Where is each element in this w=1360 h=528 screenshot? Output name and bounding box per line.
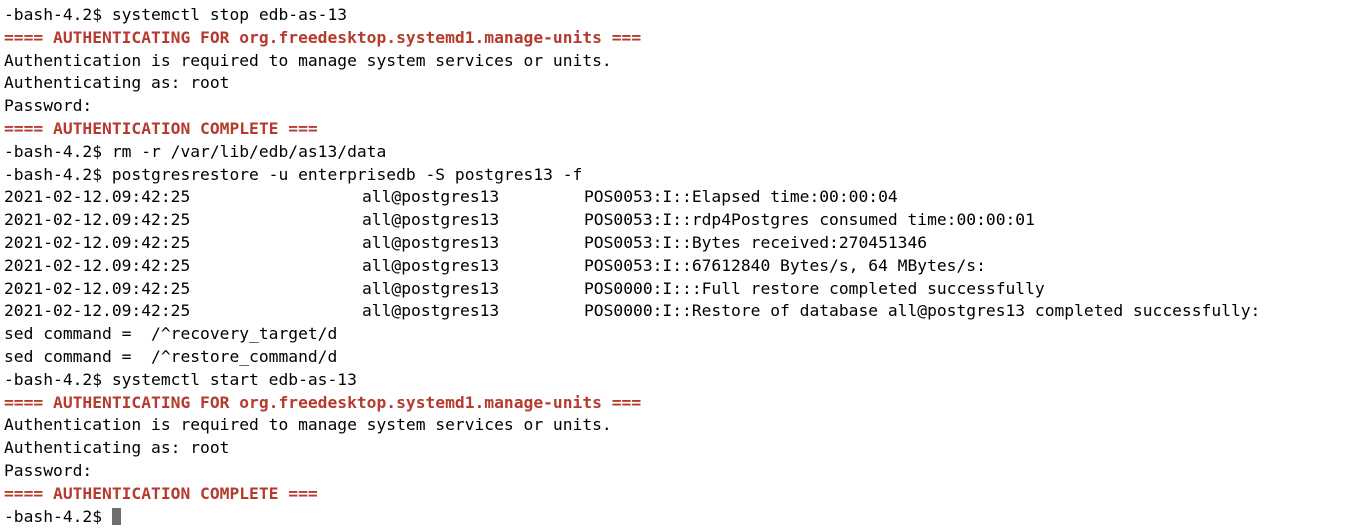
log-row: 2021-02-12.09:42:25 all@postgres13 POS00… <box>4 209 1360 232</box>
auth-user: Authenticating as: root <box>4 438 230 458</box>
log-timestamp: 2021-02-12.09:42:25 <box>4 187 191 207</box>
sed-output: sed command = /^recovery_target/d <box>4 324 338 344</box>
command-line: -bash-4.2$ postgresrestore -u enterprise… <box>4 164 583 184</box>
command-line: -bash-4.2$ systemctl stop edb-as-13 <box>4 5 348 24</box>
auth-complete: ==== AUTHENTICATION COMPLETE === <box>4 483 318 503</box>
log-timestamp: 2021-02-12.09:42:25 <box>4 232 191 252</box>
log-database: all@postgres13 <box>362 278 500 298</box>
auth-banner: ==== AUTHENTICATING FOR org.freedesktop.… <box>4 392 642 412</box>
log-database: all@postgres13 <box>362 210 500 230</box>
sed-output: sed command = /^restore_command/d <box>4 346 338 366</box>
text-cursor <box>111 507 121 525</box>
log-message: POS0053:I::Bytes received:270451346 <box>584 232 928 252</box>
log-database: all@postgres13 <box>362 255 500 275</box>
log-message: POS0000:I::Restore of database all@postg… <box>584 301 1261 321</box>
command-line: -bash-4.2$ systemctl start edb-as-13 <box>4 369 357 389</box>
terminal-window[interactable]: -bash-4.2$ systemctl stop edb-as-13 ====… <box>0 0 1360 526</box>
log-message: POS0053:I::67612840 Bytes/s, 64 MBytes/s… <box>584 255 986 275</box>
password-prompt: Password: <box>4 96 93 116</box>
auth-message: Authentication is required to manage sys… <box>4 415 612 435</box>
log-database: all@postgres13 <box>362 232 500 252</box>
log-row: 2021-02-12.09:42:25 all@postgres13 POS00… <box>4 300 1360 323</box>
log-row: 2021-02-12.09:42:25 all@postgres13 POS00… <box>4 186 1360 209</box>
log-timestamp: 2021-02-12.09:42:25 <box>4 210 191 230</box>
log-row: 2021-02-12.09:42:25 all@postgres13 POS00… <box>4 255 1360 278</box>
log-timestamp: 2021-02-12.09:42:25 <box>4 255 191 275</box>
log-message: POS0053:I::Elapsed time:00:00:04 <box>584 187 898 207</box>
password-prompt: Password: <box>4 460 93 480</box>
active-prompt-line[interactable]: -bash-4.2$ <box>4 506 1360 528</box>
auth-user: Authenticating as: root <box>4 73 230 93</box>
auth-banner: ==== AUTHENTICATING FOR org.freedesktop.… <box>4 27 642 47</box>
log-message: POS0053:I::rdp4Postgres consumed time:00… <box>584 210 1035 230</box>
log-row: 2021-02-12.09:42:25 all@postgres13 POS00… <box>4 232 1360 255</box>
auth-complete: ==== AUTHENTICATION COMPLETE === <box>4 118 318 138</box>
log-database: all@postgres13 <box>362 301 500 321</box>
command-line: -bash-4.2$ rm -r /var/lib/edb/as13/data <box>4 141 387 161</box>
log-message: POS0000:I:::Full restore completed succe… <box>584 278 1045 298</box>
log-database: all@postgres13 <box>362 187 500 207</box>
log-row: 2021-02-12.09:42:25 all@postgres13 POS00… <box>4 278 1360 301</box>
log-timestamp: 2021-02-12.09:42:25 <box>4 301 191 321</box>
shell-prompt: -bash-4.2$ <box>4 506 112 526</box>
auth-message: Authentication is required to manage sys… <box>4 50 612 70</box>
log-timestamp: 2021-02-12.09:42:25 <box>4 278 191 298</box>
